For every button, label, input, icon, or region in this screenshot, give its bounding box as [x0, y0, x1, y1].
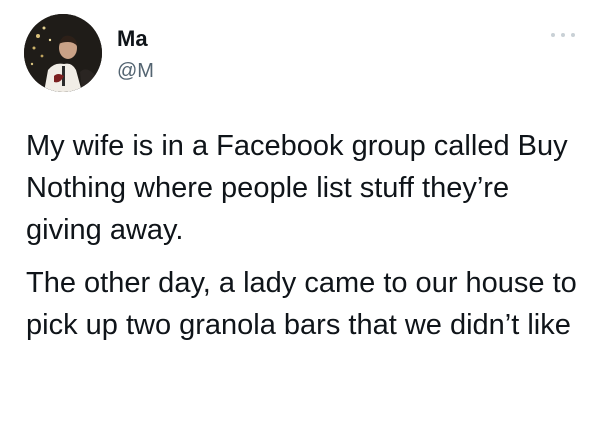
- tweet-card: Ma @M My wife is in a Facebook group cal…: [0, 0, 599, 439]
- more-dot: [561, 33, 565, 37]
- author-name[interactable]: Ma: [117, 25, 148, 53]
- tweet-paragraph: The other day, a lady came to our house …: [26, 267, 577, 341]
- tweet-paragraph: My wife is in a Facebook group called Bu…: [26, 130, 568, 246]
- author-handle[interactable]: @M: [117, 58, 154, 84]
- more-dot: [571, 33, 575, 37]
- avatar[interactable]: [24, 14, 102, 92]
- avatar-photo: [24, 14, 102, 92]
- more-dot: [551, 33, 555, 37]
- tweet-text: My wife is in a Facebook group called Bu…: [26, 125, 586, 346]
- more-options-icon[interactable]: [551, 30, 575, 40]
